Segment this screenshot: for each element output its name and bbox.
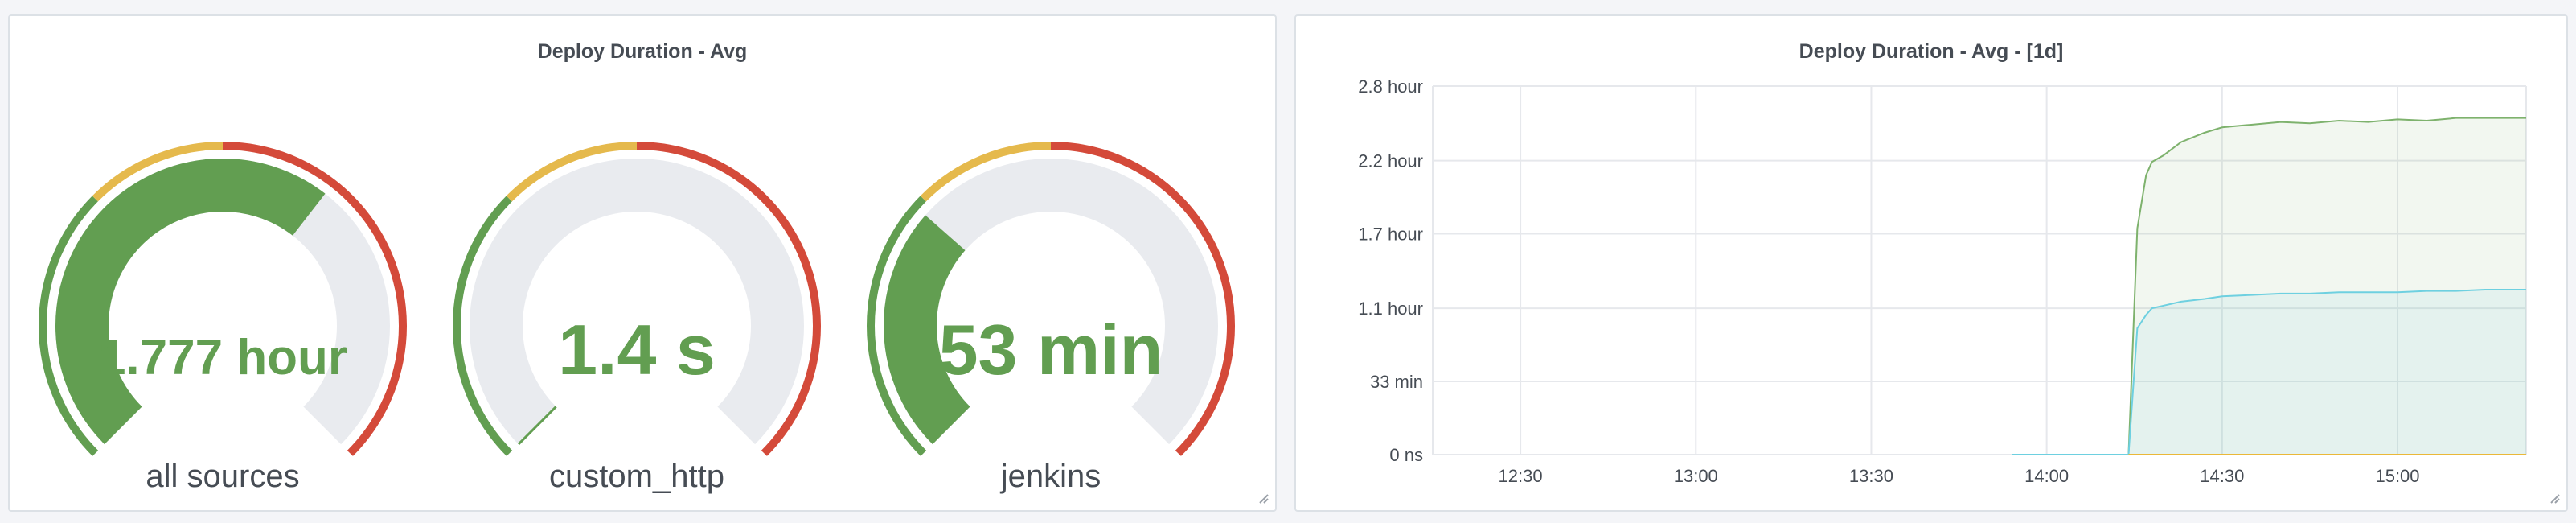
resize-handle-icon[interactable]	[2549, 492, 2560, 504]
x-tick-label: 13:00	[1674, 466, 1718, 486]
gauge: 1.4 s custom_http	[453, 142, 821, 494]
gauge: 53 min jenkins	[867, 142, 1235, 494]
y-tick-label: 0 ns	[1389, 445, 1423, 465]
gauges-area: 1.777 hour all sources 1.4 s custom_http 53 …	[39, 142, 1235, 494]
gauge-value: 1.4 s	[558, 310, 716, 389]
gauge-panel: Deploy Duration - Avg 1.777 hour all sour…	[8, 14, 1277, 512]
line-graph: 0 ns 33 min 1.1 hour 1.7 hour 2.2 hour 2.8 ho…	[1358, 76, 2527, 486]
resize-handle-icon[interactable]	[1257, 492, 1269, 504]
gauge-value: 1.777 hour	[98, 330, 347, 385]
x-tick-label: 15:00	[2375, 466, 2419, 486]
graph-panel: Deploy Duration - Avg - [1d] 0 ns 33 min 1…	[1294, 14, 2568, 512]
y-tick-label: 33 min	[1370, 372, 1423, 392]
gauge-fill	[55, 159, 326, 445]
gauge-value: 53 min	[939, 310, 1163, 389]
y-tick-label: 2.2 hour	[1358, 151, 1423, 171]
gauge: 1.777 hour all sources	[39, 142, 407, 494]
y-tick-label: 1.7 hour	[1358, 224, 1423, 245]
x-tick-label: 14:30	[2200, 466, 2244, 486]
x-tick-label: 12:30	[1499, 466, 1543, 486]
gauge-label: custom_http	[549, 459, 724, 494]
y-tick-label: 2.8 hour	[1358, 76, 1423, 97]
gauge-label: all sources	[146, 459, 299, 494]
series-area	[2012, 289, 2526, 455]
y-tick-label: 1.1 hour	[1358, 299, 1423, 319]
x-tick-label: 14:00	[2024, 466, 2069, 486]
gauge-label: jenkins	[1000, 459, 1101, 494]
x-tick-label: 13:30	[1849, 466, 1893, 486]
